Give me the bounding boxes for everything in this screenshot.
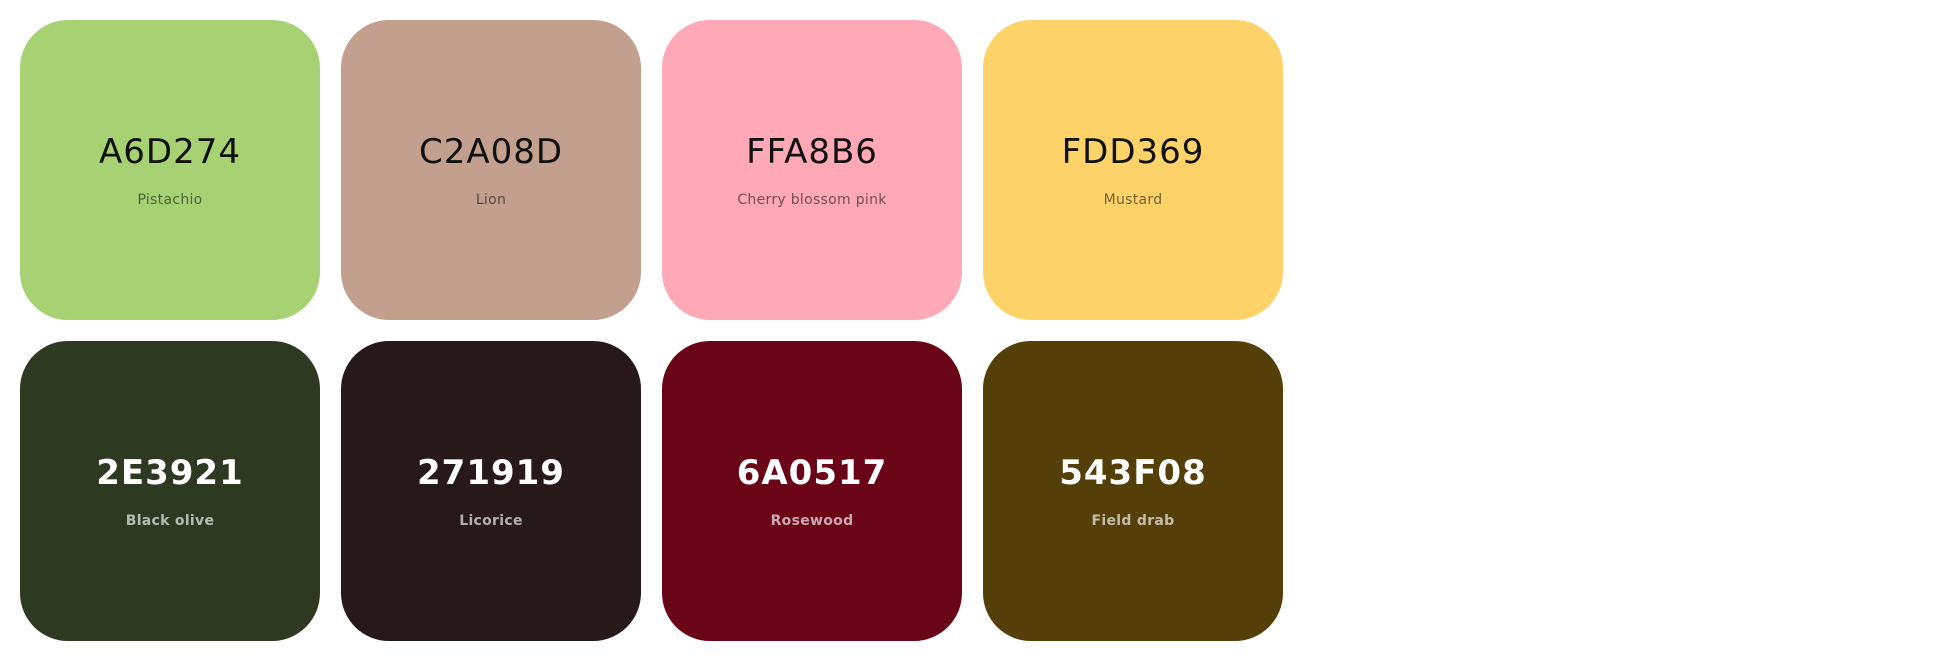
color-name: Pistachio: [137, 192, 203, 208]
color-name: Field drab: [1091, 513, 1175, 529]
color-hex-code: FFA8B6: [746, 132, 878, 172]
color-name: Lion: [475, 192, 507, 208]
color-swatch-lion[interactable]: C2A08D Lion: [341, 20, 641, 320]
color-palette-grid: A6D274 Pistachio C2A08D Lion FFA8B6 Cher…: [20, 20, 1283, 641]
color-swatch-rosewood[interactable]: 6A0517 Rosewood: [662, 341, 962, 641]
color-hex-code: FDD369: [1061, 132, 1205, 172]
color-hex-code: 271919: [417, 453, 565, 493]
color-hex-code: C2A08D: [418, 132, 564, 172]
color-hex-code: A6D274: [99, 132, 241, 172]
color-name: Licorice: [459, 513, 523, 529]
color-name: Mustard: [1103, 192, 1163, 208]
color-name: Cherry blossom pink: [737, 192, 887, 208]
color-swatch-field-drab[interactable]: 543F08 Field drab: [983, 341, 1283, 641]
color-swatch-cherry-blossom-pink[interactable]: FFA8B6 Cherry blossom pink: [662, 20, 962, 320]
color-hex-code: 543F08: [1059, 453, 1207, 493]
color-swatch-black-olive[interactable]: 2E3921 Black olive: [20, 341, 320, 641]
color-swatch-licorice[interactable]: 271919 Licorice: [341, 341, 641, 641]
color-swatch-mustard[interactable]: FDD369 Mustard: [983, 20, 1283, 320]
color-name: Black olive: [125, 513, 215, 529]
color-hex-code: 6A0517: [736, 453, 888, 493]
color-swatch-pistachio[interactable]: A6D274 Pistachio: [20, 20, 320, 320]
color-name: Rosewood: [770, 513, 854, 529]
color-hex-code: 2E3921: [96, 453, 244, 493]
